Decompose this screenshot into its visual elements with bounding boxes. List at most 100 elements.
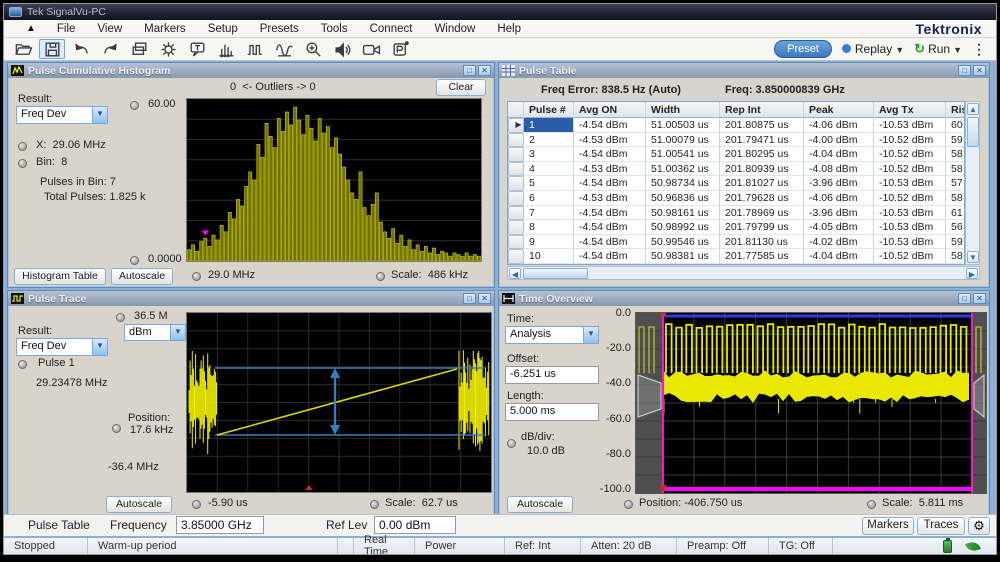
row-selector[interactable] [508,162,524,177]
menu-window[interactable]: Window [423,22,486,36]
row-selector[interactable]: ▶ [508,118,524,133]
settings-icon[interactable] [155,39,181,59]
time-dropdown[interactable]: Analysis▼ [505,326,599,344]
trace-measure-icon[interactable] [271,39,297,59]
pulse-number-cell[interactable]: 4 [524,162,574,177]
pulse-number-cell[interactable]: 2 [524,133,574,148]
autoscale-button[interactable]: Autoscale [106,496,172,513]
position-knob-icon[interactable] [624,500,633,509]
x-knob-icon[interactable] [18,142,27,151]
pulse-number-cell[interactable]: 3 [524,147,574,162]
x-start-knob-icon[interactable] [192,272,201,281]
pulse-trace-plot[interactable] [186,312,492,493]
pulse-select-knob-icon[interactable] [18,360,27,369]
panel-titlebar[interactable]: Pulse Cumulative Histogram □✕ [8,63,494,78]
row-selector[interactable] [508,176,524,191]
scroll-up-arrow[interactable]: ▲ [967,103,979,115]
vertical-scrollbar[interactable]: ▲ ▼ [965,101,980,265]
panel-close-button[interactable]: ✕ [973,65,986,76]
column-header[interactable]: Pulse # [524,102,574,118]
probe-icon[interactable] [300,39,326,59]
autoscale-button[interactable]: Autoscale [111,268,173,285]
pulse-number-cell[interactable]: 10 [524,249,574,264]
frequency-input[interactable]: 3.85000 GHz [176,516,264,534]
save-icon[interactable] [39,39,65,59]
row-selector[interactable] [508,206,524,221]
traces-button[interactable]: Traces [917,517,965,535]
table-row[interactable]: 8-4.54 dBm50.98992 us201.79799 us-4.05 d… [508,220,964,235]
pulse-number-cell[interactable]: 8 [524,220,574,235]
scale-knob-icon[interactable] [370,500,379,509]
row-selector[interactable] [508,220,524,235]
pulse-number-cell[interactable]: 1 [524,118,574,133]
panel-minimize-button[interactable]: □ [463,293,476,304]
length-input[interactable]: 5.000 ms [505,403,599,421]
panel-minimize-button[interactable]: □ [463,65,476,76]
row-selector[interactable] [508,147,524,162]
run-button[interactable]: ↻Run▼ [914,41,962,57]
camera-icon[interactable] [358,39,384,59]
scrollbar-thumb[interactable] [523,268,588,279]
panel-titlebar[interactable]: Pulse Table □✕ [499,63,989,78]
menu-connect[interactable]: Connect [359,22,424,36]
y-min-knob-icon[interactable] [130,256,139,265]
menu-help[interactable]: Help [486,22,532,36]
pulse-number-cell[interactable]: 7 [524,206,574,221]
clear-button[interactable]: Clear [436,79,486,96]
y-max-knob-icon[interactable] [116,313,125,322]
x-start-knob-icon[interactable] [192,500,201,509]
position-knob-icon[interactable] [112,424,121,433]
scale-knob-icon[interactable] [867,500,876,509]
offset-input[interactable]: -6.251 us [505,366,599,384]
histogram-icon[interactable] [213,39,239,59]
column-header[interactable]: Width [646,102,720,118]
open-file-icon[interactable] [10,39,36,59]
pulse-measure-icon[interactable] [242,39,268,59]
y-max-knob-icon[interactable] [130,101,139,110]
audio-icon[interactable] [329,39,355,59]
scale-knob-icon[interactable] [376,272,385,281]
horizontal-scrollbar[interactable]: ◀ ▶ [507,266,980,280]
time-overview-plot[interactable] [635,312,987,494]
system-menu-icon[interactable]: ▲ [26,23,36,34]
display-settings-gear-button[interactable]: ⚙ [968,517,990,535]
bin-knob-icon[interactable] [18,159,27,168]
autoscale-button[interactable]: Autoscale [507,496,573,513]
displays-icon[interactable] [126,39,152,59]
menu-markers[interactable]: Markers [133,22,197,36]
units-dropdown[interactable]: dBm▼ [124,324,186,341]
ref-lev-input[interactable]: 0.00 dBm [374,516,456,534]
table-row[interactable]: 4-4.53 dBm51.00362 us201.80939 us-4.08 d… [508,162,964,177]
result-dropdown[interactable]: Freq Dev▼ [16,106,108,124]
table-row[interactable]: 10-4.54 dBm50.98381 us201.77585 us-4.04 … [508,249,964,264]
menu-tools[interactable]: Tools [310,22,359,36]
replay-button[interactable]: Replay▼ [842,42,904,56]
menu-setup[interactable]: Setup [197,22,249,36]
result-dropdown[interactable]: Freq Dev▼ [16,338,108,356]
column-header[interactable]: Avg Tx [874,102,946,118]
scrollbar-thumb[interactable] [967,117,979,147]
row-selector[interactable] [508,133,524,148]
panel-close-button[interactable]: ✕ [478,293,491,304]
panel-close-button[interactable]: ✕ [973,293,986,304]
scroll-left-arrow[interactable]: ◀ [509,268,521,279]
table-row[interactable]: ▶1-4.54 dBm51.00503 us201.80875 us-4.06 … [508,118,964,133]
more-options-icon[interactable]: ⋮ [972,41,986,58]
histogram-table-button[interactable]: Histogram Table [14,268,106,285]
pulse-number-cell[interactable]: 6 [524,191,574,206]
table-row[interactable]: 7-4.54 dBm50.98161 us201.78969 us-3.96 d… [508,206,964,221]
pulse-number-cell[interactable]: 9 [524,235,574,250]
panel-titlebar[interactable]: Pulse Trace □✕ [8,291,494,306]
pulse-number-cell[interactable]: 5 [524,176,574,191]
dbdiv-knob-icon[interactable] [507,439,516,448]
table-row[interactable]: 5-4.54 dBm50.98734 us201.81027 us-3.96 d… [508,176,964,191]
panel-close-button[interactable]: ✕ [478,65,491,76]
histogram-plot[interactable] [186,98,482,262]
row-selector[interactable] [508,249,524,264]
row-selector[interactable] [508,191,524,206]
column-header[interactable]: Rise [946,102,965,118]
table-row[interactable]: 6-4.53 dBm50.96836 us201.79628 us-4.06 d… [508,191,964,206]
menu-presets[interactable]: Presets [249,22,310,36]
redo-icon[interactable] [97,39,123,59]
panel-minimize-button[interactable]: □ [958,65,971,76]
